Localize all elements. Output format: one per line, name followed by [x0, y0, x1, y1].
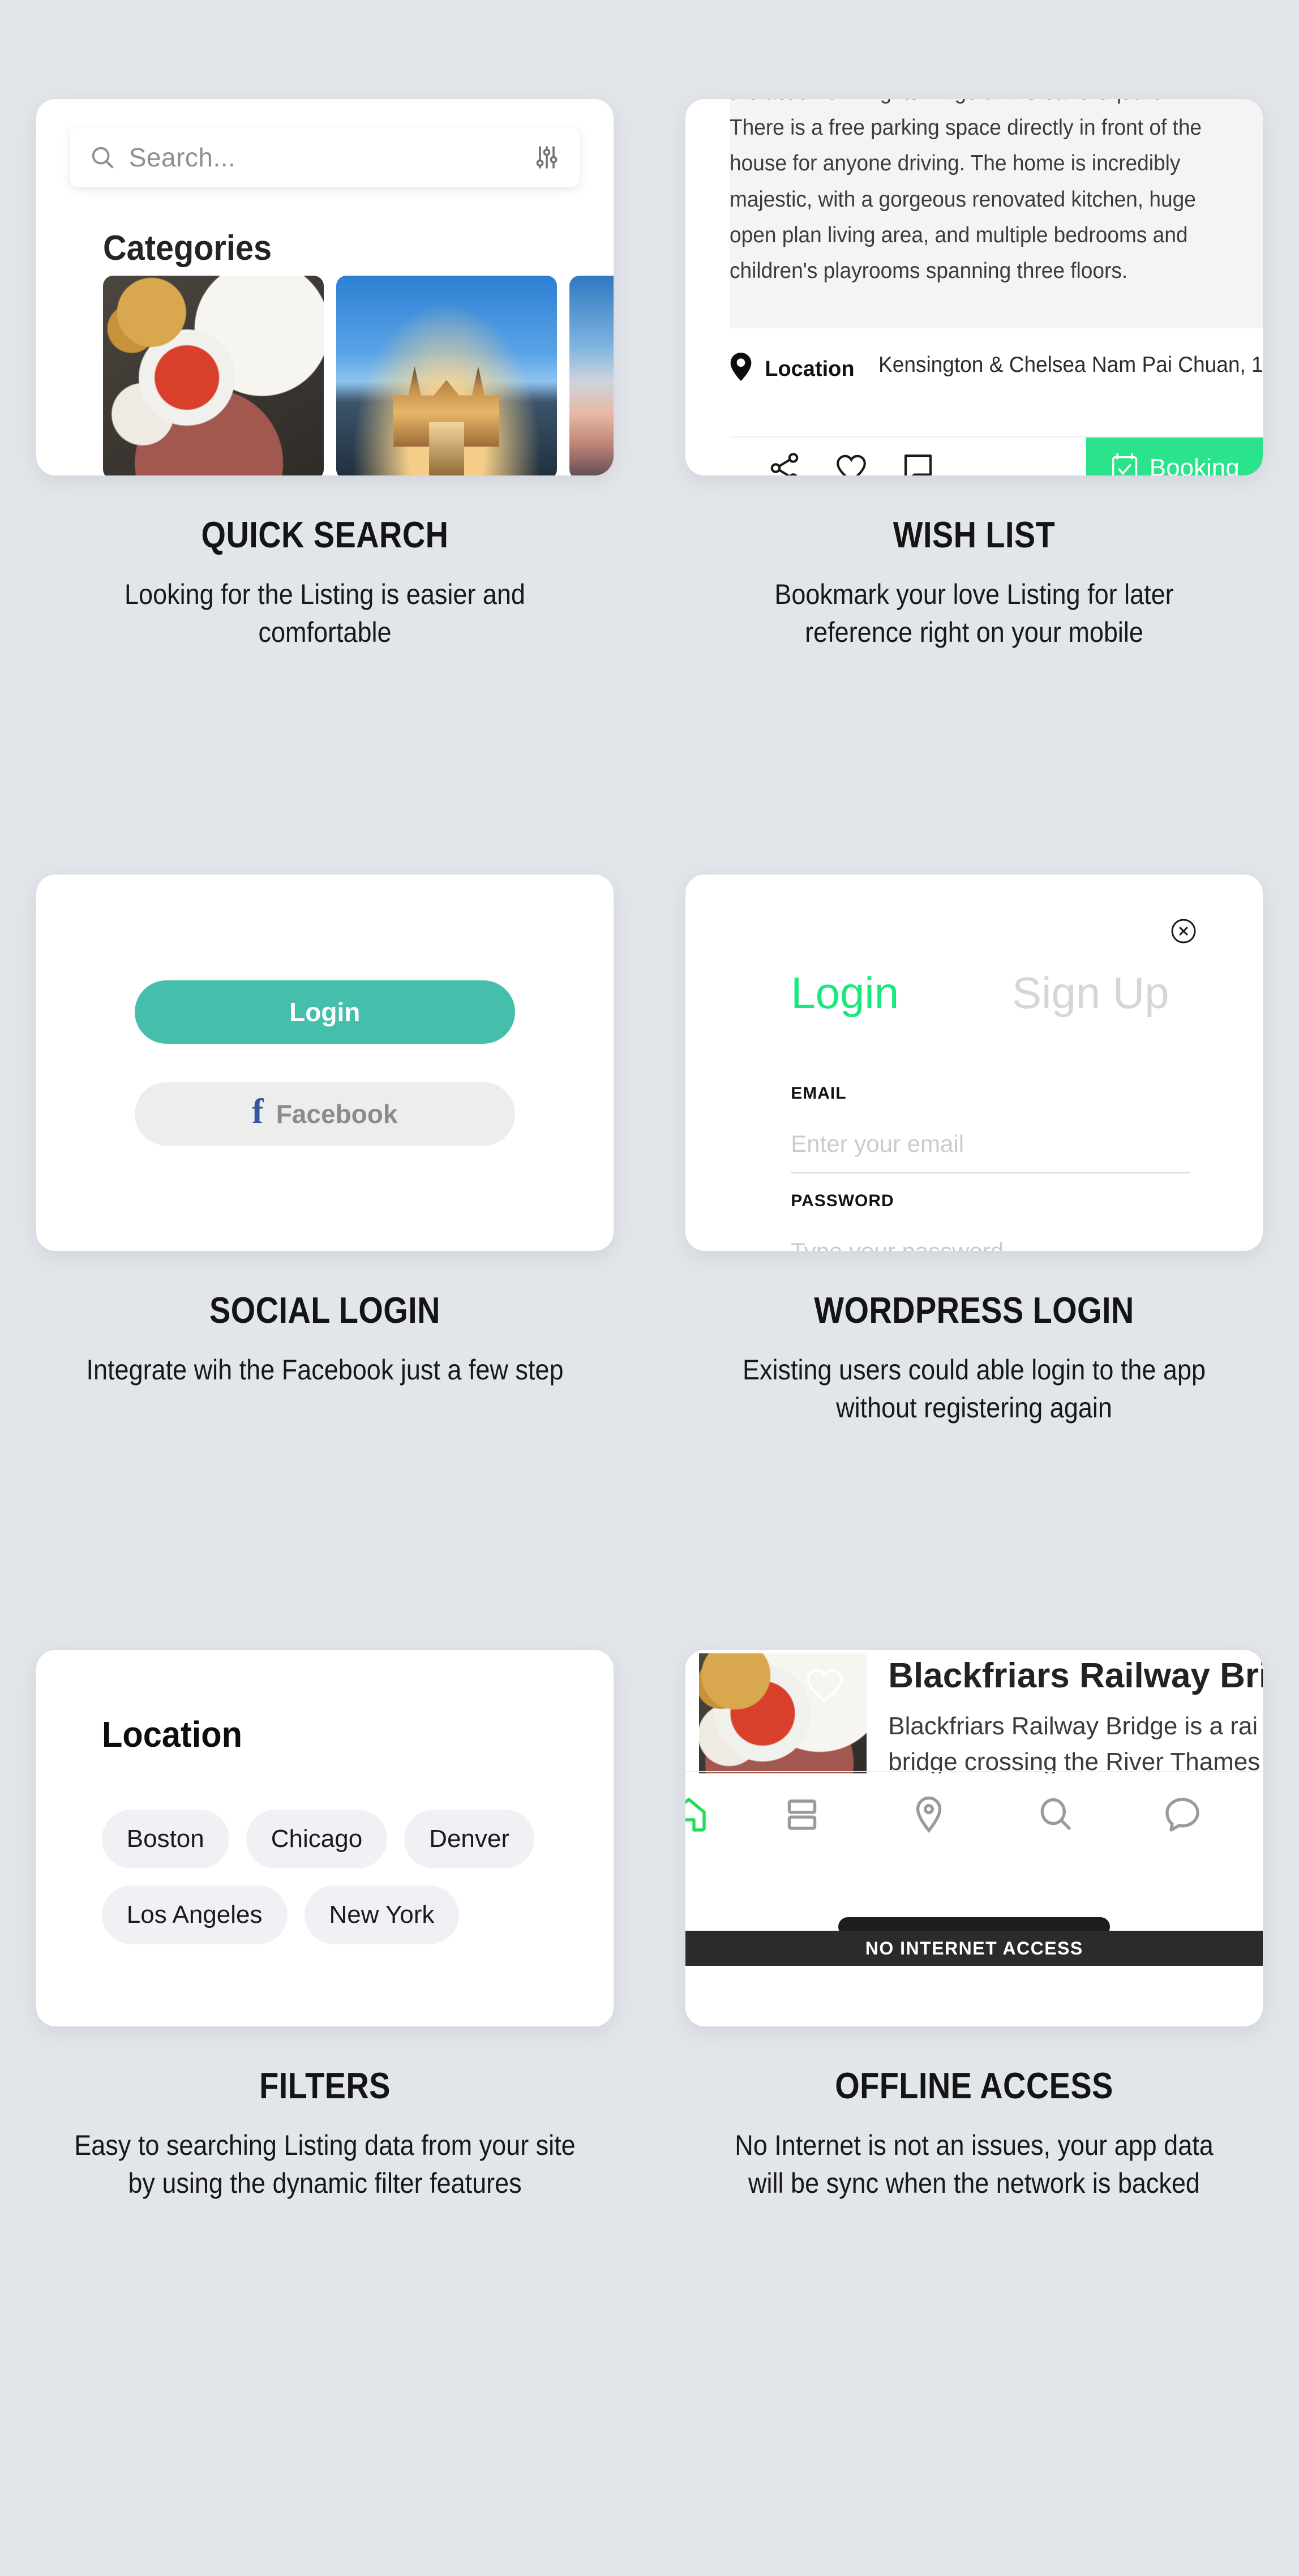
feature-title: SOCIAL LOGIN [209, 1289, 440, 1331]
listing-description-panel: the action of Knightsbridge and Sloane S… [730, 99, 1263, 328]
email-label: EMAIL [791, 1084, 847, 1103]
filters-screen: Location Boston Chicago Denver Los Angel… [36, 1650, 614, 2026]
listing-description-text: the action of Knightsbridge and Sloane S… [730, 99, 1202, 283]
social-login-screen: Login f Facebook [36, 875, 614, 1251]
wordpress-login-caption: WORDPRESS LOGIN Existing users could abl… [650, 1292, 1299, 1426]
feature-social-login: Login f Facebook SOCIAL LOGIN Integrate … [0, 875, 650, 1650]
offline-access-caption: OFFLINE ACCESS No Internet is not an iss… [650, 2067, 1299, 2202]
feature-wordpress-login: Login Sign Up EMAIL Enter your email PAS… [650, 875, 1299, 1650]
facebook-login-button[interactable]: f Facebook [134, 1082, 515, 1146]
password-label: PASSWORD [791, 1191, 894, 1210]
feature-description: Easy to searching Listing data from your… [74, 2129, 576, 2199]
feature-title: WORDPRESS LOGIN [814, 1289, 1134, 1331]
feature-title: FILTERS [259, 2065, 391, 2106]
quick-search-card: Search... Categories [36, 99, 614, 475]
tab-login[interactable]: Login [791, 971, 899, 1015]
listing-action-bar: Booking [730, 436, 1263, 475]
location-chip[interactable]: Boston [101, 1810, 229, 1868]
wish-list-caption: WISH LIST Bookmark your love Listing for… [650, 516, 1299, 651]
search-input[interactable]: Search... [70, 127, 580, 187]
toast-text: NO INTERNET ACCESS [865, 1938, 1083, 1958]
quick-search-caption: QUICK SEARCH Looking for the Listing is … [0, 516, 650, 651]
social-login-card: Login f Facebook [36, 875, 614, 1251]
social-login-caption: SOCIAL LOGIN Integrate wih the Facebook … [0, 1292, 650, 1389]
wordpress-login-screen: Login Sign Up EMAIL Enter your email PAS… [685, 875, 1263, 1251]
layout-icon[interactable] [782, 1794, 822, 1835]
chat-icon[interactable] [1162, 1794, 1203, 1835]
search-icon [89, 144, 115, 170]
listing-text: Blackfriars Railway Bridge Blackfriars R… [888, 1653, 1263, 1773]
email-input[interactable]: Enter your email [791, 1130, 1190, 1158]
offline-access-screen: Blackfriars Railway Bridge Blackfriars R… [685, 1650, 1263, 2026]
location-chip[interactable]: Denver [404, 1810, 535, 1868]
facebook-label: Facebook [276, 1099, 398, 1129]
feature-description: No Internet is not an issues, your app d… [735, 2129, 1214, 2199]
feature-grid: Search... Categories QUICK SEARCH Lookin… [0, 0, 1299, 2425]
category-list [102, 276, 614, 475]
offline-access-card: Blackfriars Railway Bridge Blackfriars R… [685, 1650, 1263, 2026]
password-input[interactable]: Type your password [791, 1238, 1190, 1251]
listing-excerpt: Blackfriars Railway Bridge is a rai brid… [888, 1712, 1261, 1773]
facebook-icon: f [252, 1092, 264, 1131]
feature-description: Integrate wih the Facebook just a few st… [86, 1354, 564, 1386]
food-category-image [102, 276, 324, 475]
categories-heading: Categories [102, 229, 272, 268]
location-chip[interactable]: Los Angeles [101, 1885, 288, 1944]
feature-filters: Location Boston Chicago Denver Los Angel… [0, 1650, 650, 2425]
auth-tabs: Login Sign Up [791, 971, 1169, 1015]
map-pin-icon [730, 353, 752, 381]
filters-caption: FILTERS Easy to searching Listing data f… [0, 2067, 650, 2202]
feature-offline-access: Blackfriars Railway Bridge Blackfriars R… [650, 1650, 1299, 2425]
email-field-group: EMAIL Enter your email [791, 1084, 1191, 1173]
home-icon[interactable] [685, 1794, 709, 1835]
category-tile-sunset[interactable] [569, 276, 614, 475]
sunset-category-image [569, 276, 614, 475]
heart-icon[interactable] [834, 451, 869, 475]
share-icon[interactable] [767, 451, 802, 475]
wish-list-screen: the action of Knightsbridge and Sloane S… [685, 99, 1263, 475]
bottom-navigation-bar [685, 1771, 1263, 1857]
listing-title: Blackfriars Railway Bridge [888, 1656, 1263, 1695]
calendar-check-icon [1110, 452, 1139, 475]
features-page: Search... Categories QUICK SEARCH Lookin… [0, 0, 1299, 2576]
booking-label: Booking [1149, 454, 1240, 475]
category-tile-pier[interactable] [336, 276, 557, 475]
location-chip[interactable]: Chicago [246, 1810, 388, 1868]
location-chip-list: Boston Chicago Denver Los Angeles New Yo… [101, 1810, 555, 1944]
listing-row[interactable]: Blackfriars Railway Bridge Blackfriars R… [699, 1653, 1263, 1773]
filters-card: Location Boston Chicago Denver Los Angel… [36, 1650, 614, 2026]
comment-icon[interactable] [901, 451, 936, 475]
search-placeholder: Search... [128, 142, 236, 172]
feature-description: Existing users could able login to the a… [743, 1354, 1206, 1424]
feature-description: Bookmark your love Listing for later ref… [774, 578, 1174, 648]
category-tile-food[interactable] [102, 276, 324, 475]
wordpress-login-card: Login Sign Up EMAIL Enter your email PAS… [685, 875, 1263, 1251]
feature-quick-search: Search... Categories QUICK SEARCH Lookin… [0, 99, 650, 875]
pier-category-image [336, 276, 557, 475]
filters-heading: Location [101, 1714, 242, 1755]
heart-icon[interactable] [803, 1664, 846, 1707]
email-underline [791, 1172, 1191, 1173]
listing-thumbnail [699, 1653, 867, 1773]
wish-list-card: the action of Knightsbridge and Sloane S… [685, 99, 1263, 475]
feature-description: Looking for the Listing is easier and co… [124, 578, 525, 648]
map-pin-icon[interactable] [908, 1794, 949, 1835]
tab-signup[interactable]: Sign Up [1012, 971, 1169, 1015]
offline-toast: NO INTERNET ACCESS [685, 1931, 1263, 1966]
listing-location-row: Location Kensington & Chelsea Nam Pai Ch… [730, 349, 1263, 382]
quick-search-screen: Search... Categories [36, 99, 614, 475]
feature-title: QUICK SEARCH [201, 514, 449, 555]
feature-title: OFFLINE ACCESS [835, 2065, 1114, 2106]
feature-wish-list: the action of Knightsbridge and Sloane S… [650, 99, 1299, 875]
booking-button[interactable]: Booking [1086, 438, 1263, 475]
close-circle-icon[interactable] [1170, 918, 1197, 945]
sliders-icon[interactable] [533, 144, 560, 171]
login-button[interactable]: Login [134, 980, 515, 1044]
search-icon[interactable] [1035, 1794, 1076, 1835]
location-label: Location [765, 357, 855, 381]
location-value: Kensington & Chelsea Nam Pai Chuan, 11, … [878, 353, 1263, 377]
password-field-group: PASSWORD Type your password [791, 1191, 1190, 1251]
feature-title: WISH LIST [893, 514, 1056, 555]
location-chip[interactable]: New York [304, 1885, 460, 1944]
